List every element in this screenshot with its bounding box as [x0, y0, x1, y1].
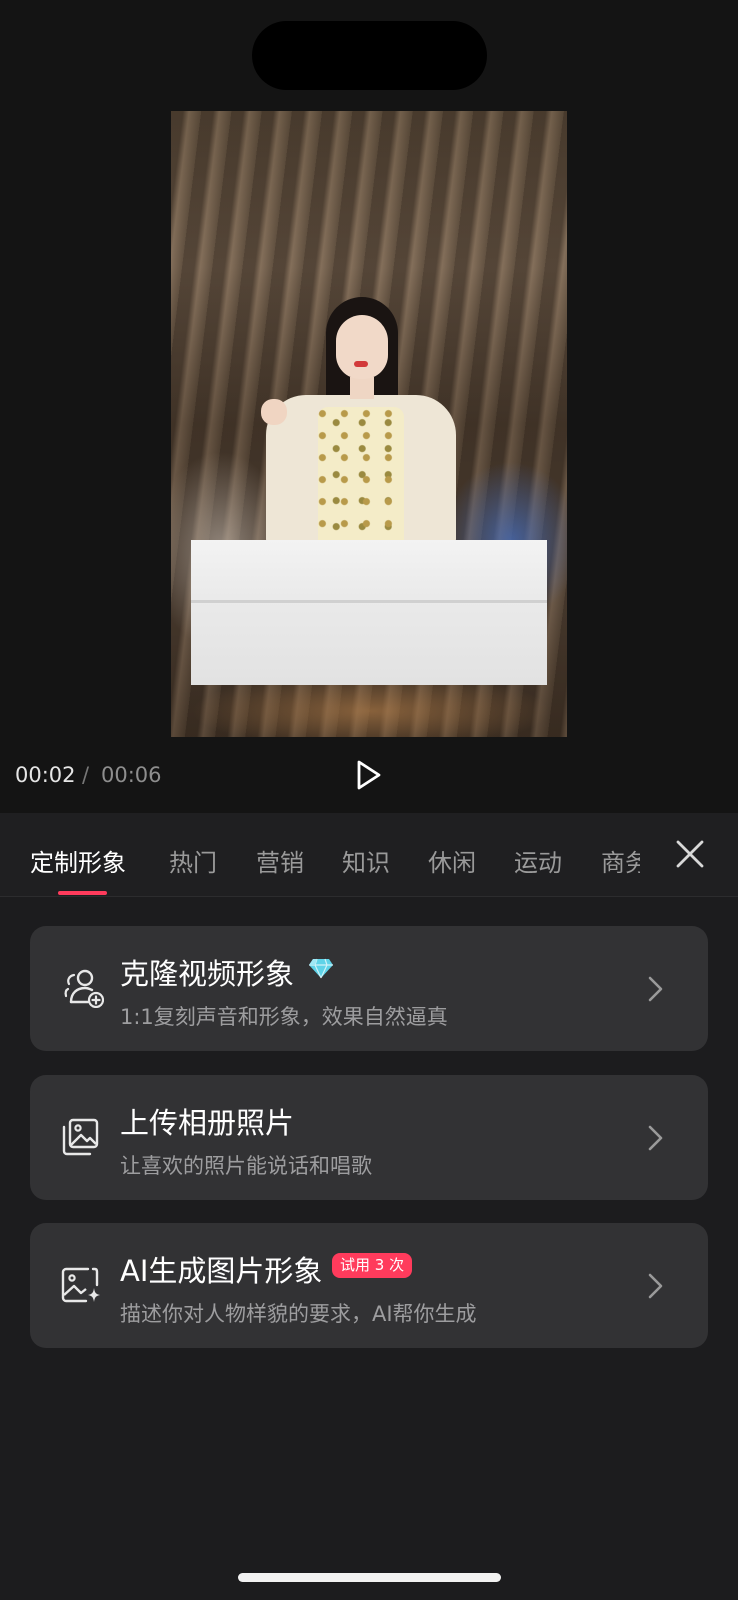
option-subtitle: 描述你对人物样貌的要求，AI帮你生成	[120, 1302, 477, 1326]
photo-album-icon	[60, 1117, 100, 1157]
diamond-icon	[308, 957, 334, 979]
option-subtitle: 让喜欢的照片能说话和唱歌	[120, 1154, 372, 1178]
chevron-right-icon	[647, 1271, 665, 1301]
play-button[interactable]	[350, 757, 386, 793]
video-preview[interactable]	[171, 111, 567, 737]
category-tabs: 定制形象 热门 营销 知识 休闲 运动 商务	[0, 813, 738, 897]
chevron-right-icon	[647, 1123, 665, 1153]
tab-leisure[interactable]: 休闲	[428, 843, 476, 878]
chevron-right-icon	[647, 974, 665, 1004]
total-time: 00:06	[101, 763, 162, 787]
dynamic-island	[252, 21, 487, 90]
current-time: 00:02	[15, 763, 76, 787]
presenter-desk	[191, 540, 547, 685]
tab-sports[interactable]: 运动	[514, 843, 562, 878]
video-preview-area: 00:02 / 00:06	[0, 0, 738, 813]
upload-album-photo-option[interactable]: 上传相册照片 让喜欢的照片能说话和唱歌	[30, 1075, 708, 1200]
ai-generate-avatar-option[interactable]: AI生成图片形象 试用 3 次 描述你对人物样貌的要求，AI帮你生成	[30, 1223, 708, 1348]
trial-count-badge: 试用 3 次	[332, 1253, 413, 1278]
tab-marketing[interactable]: 营销	[256, 843, 304, 878]
time-separator: /	[82, 763, 90, 787]
person-add-icon	[60, 968, 105, 1009]
tab-knowledge[interactable]: 知识	[342, 843, 390, 878]
image-sparkle-icon	[60, 1265, 100, 1305]
tab-custom-avatar[interactable]: 定制形象	[30, 843, 126, 878]
clone-video-avatar-option[interactable]: 克隆视频形象 1:1复刻声音和形象，效果自然逼真	[30, 926, 708, 1051]
play-icon	[357, 760, 381, 790]
option-subtitle: 1:1复刻声音和形象，效果自然逼真	[120, 1005, 448, 1029]
close-button[interactable]	[675, 837, 705, 871]
option-title: AI生成图片形象	[120, 1254, 323, 1288]
option-title: 克隆视频形象	[120, 957, 295, 991]
home-indicator[interactable]	[238, 1573, 501, 1582]
active-tab-indicator	[58, 891, 107, 895]
avatar-presenter	[256, 297, 466, 547]
close-icon	[676, 840, 704, 868]
option-title: 上传相册照片	[120, 1106, 295, 1140]
tab-hot[interactable]: 热门	[169, 843, 217, 878]
tab-business[interactable]: 商务	[601, 843, 640, 878]
